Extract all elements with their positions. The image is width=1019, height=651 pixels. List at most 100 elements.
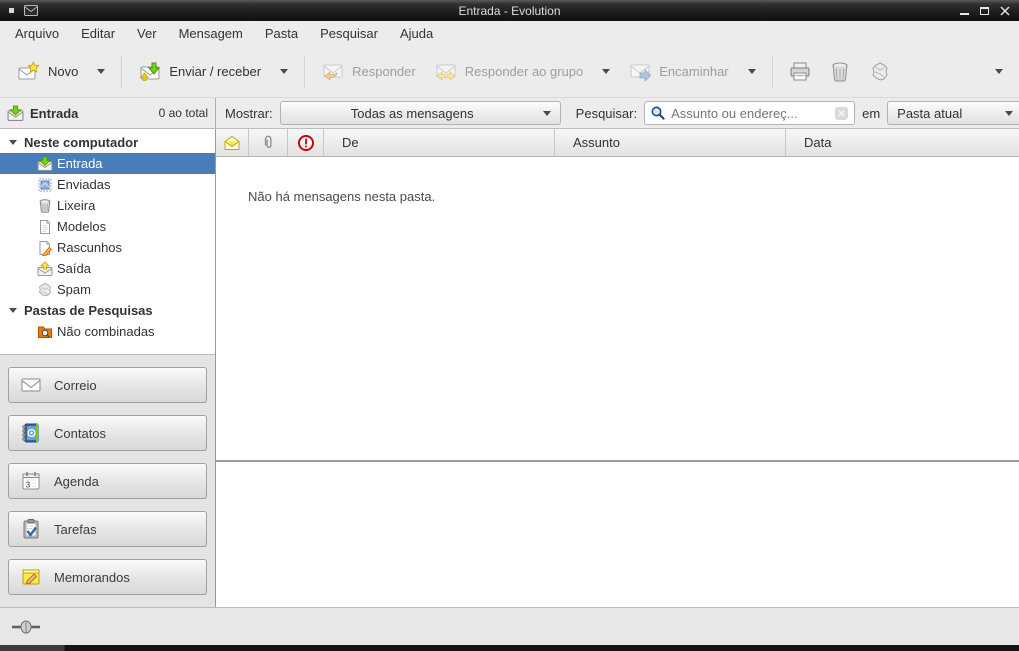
attachment-column-header[interactable] xyxy=(249,129,288,156)
view-switcher: Correio Contatos xyxy=(0,355,215,607)
priority-column-header[interactable] xyxy=(288,129,324,156)
folder-label: Entrada xyxy=(57,156,103,171)
search-icon xyxy=(650,105,666,121)
search-folder-icon xyxy=(37,324,53,340)
reply-label: Responder xyxy=(352,64,416,79)
forward-dropdown-icon[interactable] xyxy=(748,69,756,74)
folder-saida[interactable]: Saída xyxy=(0,258,215,279)
inbox-icon xyxy=(7,105,24,122)
send-receive-dropdown-icon[interactable] xyxy=(280,69,288,74)
switcher-mail-button[interactable]: Correio xyxy=(8,367,207,403)
titlebar[interactable]: Entrada - Evolution xyxy=(0,0,1019,21)
sent-icon xyxy=(37,177,53,193)
message-list[interactable]: Não há mensagens nesta pasta. xyxy=(216,157,1019,460)
drafts-icon xyxy=(37,240,53,256)
folder-spam[interactable]: Spam xyxy=(0,279,215,300)
close-button[interactable] xyxy=(998,4,1011,18)
folder-label: Não combinadas xyxy=(57,324,155,339)
expander-icon[interactable] xyxy=(9,308,17,313)
toolbar-overflow-icon[interactable] xyxy=(995,69,1003,74)
switcher-label: Correio xyxy=(54,378,97,393)
main-area: Neste computador Entrada xyxy=(0,129,1019,607)
toolbar: Novo Enviar / receber Responder xyxy=(0,46,1019,98)
expander-icon[interactable] xyxy=(9,140,17,145)
menu-pasta[interactable]: Pasta xyxy=(254,22,309,45)
delete-button[interactable] xyxy=(820,54,860,90)
send-receive-button[interactable]: Enviar / receber xyxy=(129,54,297,90)
mail-icon xyxy=(20,374,42,396)
switcher-memos-button[interactable]: Memorandos xyxy=(8,559,207,595)
section-label: Neste computador xyxy=(24,135,138,150)
online-status-button[interactable] xyxy=(12,619,40,635)
section-label: Pastas de Pesquisas xyxy=(24,303,153,318)
clear-search-icon[interactable] xyxy=(834,106,849,121)
folder-lixeira[interactable]: Lixeira xyxy=(0,195,215,216)
new-button[interactable]: Novo xyxy=(8,54,114,90)
reply-icon xyxy=(321,60,345,84)
empty-folder-message: Não há mensagens nesta pasta. xyxy=(216,157,1019,204)
new-dropdown-icon[interactable] xyxy=(97,69,105,74)
menu-pesquisar[interactable]: Pesquisar xyxy=(309,22,389,45)
forward-button[interactable]: Encaminhar xyxy=(619,54,764,90)
section-pastas-de-pesquisas[interactable]: Pastas de Pesquisas xyxy=(0,300,215,321)
switcher-label: Agenda xyxy=(54,474,99,489)
window-menu-icon[interactable] xyxy=(9,8,14,13)
current-folder-label: Entrada xyxy=(30,106,78,121)
print-button[interactable] xyxy=(780,54,820,90)
folder-modelos[interactable]: Modelos xyxy=(0,216,215,237)
search-input[interactable] xyxy=(671,106,829,121)
show-filter-dropdown[interactable]: Todas as mensagens xyxy=(280,101,561,125)
maximize-button[interactable] xyxy=(978,4,991,18)
contacts-icon xyxy=(20,422,42,444)
junk-icon xyxy=(868,60,892,84)
reply-button[interactable]: Responder xyxy=(312,54,425,90)
menu-editar[interactable]: Editar xyxy=(70,22,126,45)
toolbar-separator xyxy=(772,56,773,88)
menu-ver[interactable]: Ver xyxy=(126,22,168,45)
switcher-contacts-button[interactable]: Contatos xyxy=(8,415,207,451)
folder-nao-combinadas[interactable]: Não combinadas xyxy=(0,321,215,342)
column-header-assunto[interactable]: Assunto xyxy=(555,129,786,156)
plug-icon xyxy=(12,619,40,635)
forward-icon xyxy=(628,60,652,84)
reply-group-button[interactable]: Responder ao grupo xyxy=(425,54,620,90)
message-list-header: De Assunto Data xyxy=(216,129,1019,157)
switcher-calendar-button[interactable]: 3 Agenda xyxy=(8,463,207,499)
read-status-icon xyxy=(223,135,241,151)
window-bottom-border xyxy=(0,645,1019,651)
chevron-down-icon xyxy=(1005,111,1013,116)
close-icon xyxy=(1000,6,1010,16)
trash-icon xyxy=(37,198,53,214)
section-neste-computador[interactable]: Neste computador xyxy=(0,132,215,153)
folder-enviadas[interactable]: Enviadas xyxy=(0,174,215,195)
chevron-down-icon xyxy=(543,111,551,116)
folder-rascunhos[interactable]: Rascunhos xyxy=(0,237,215,258)
trash-icon xyxy=(828,60,852,84)
window-controls xyxy=(958,4,1011,18)
reply-group-dropdown-icon[interactable] xyxy=(602,69,610,74)
search-box[interactable] xyxy=(644,101,855,125)
folder-tree: Neste computador Entrada xyxy=(0,129,215,355)
folder-entrada[interactable]: Entrada xyxy=(0,153,215,174)
junk-button[interactable] xyxy=(860,54,900,90)
switcher-tasks-button[interactable]: Tarefas xyxy=(8,511,207,547)
column-header-de[interactable]: De xyxy=(324,129,555,156)
show-filter-value: Todas as mensagens xyxy=(290,106,535,121)
statusbar xyxy=(0,607,1019,645)
search-scope-dropdown[interactable]: Pasta atual xyxy=(887,101,1019,125)
menu-arquivo[interactable]: Arquivo xyxy=(4,22,70,45)
sidebar: Neste computador Entrada xyxy=(0,129,216,607)
folder-label: Lixeira xyxy=(57,198,95,213)
column-header-data[interactable]: Data xyxy=(786,129,1019,156)
message-count: 0 ao total xyxy=(159,106,208,120)
read-status-column-header[interactable] xyxy=(216,129,249,156)
menubar: Arquivo Editar Ver Mensagem Pasta Pesqui… xyxy=(0,21,1019,46)
window-title: Entrada - Evolution xyxy=(0,4,1019,18)
app-envelope-icon xyxy=(24,5,38,16)
minimize-icon xyxy=(960,13,969,15)
minimize-button[interactable] xyxy=(958,4,971,18)
search-scope-value: Pasta atual xyxy=(897,106,997,121)
folder-label: Modelos xyxy=(57,219,106,234)
menu-mensagem[interactable]: Mensagem xyxy=(168,22,254,45)
menu-ajuda[interactable]: Ajuda xyxy=(389,22,444,45)
